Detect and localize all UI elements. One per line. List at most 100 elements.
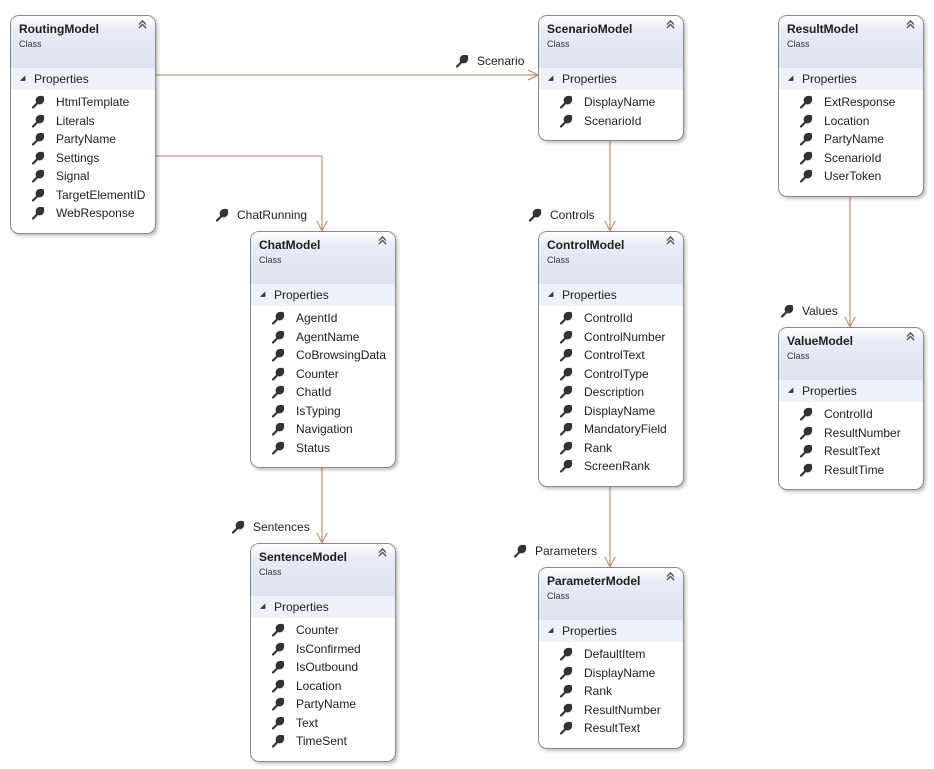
- property-name: ControlNumber: [584, 329, 666, 344]
- properties-section-header[interactable]: ◢ Properties: [539, 68, 683, 90]
- property-item[interactable]: IsConfirmed: [251, 640, 395, 659]
- class-box-parametermodel[interactable]: ParameterModel Class ◢ Properties DefaultIte…: [538, 567, 684, 749]
- class-box-valuemodel[interactable]: ValueModel Class ◢ Properties ControlId Resul…: [778, 327, 924, 490]
- property-item[interactable]: ChatId: [251, 383, 395, 402]
- property-item[interactable]: ResultText: [779, 442, 923, 461]
- property-name: HtmlTemplate: [56, 95, 130, 109]
- class-kind: Class: [787, 39, 810, 49]
- property-item[interactable]: DefaultItem: [539, 645, 683, 664]
- association-parameters[interactable]: [604, 483, 616, 569]
- triangle-expanded-icon[interactable]: ◢: [260, 290, 265, 298]
- triangle-expanded-icon[interactable]: ◢: [788, 74, 793, 82]
- property-item[interactable]: DisplayName: [539, 93, 683, 112]
- double-chevron-up-icon[interactable]: [378, 548, 387, 560]
- class-box-chatmodel[interactable]: ChatModel Class ◢ Properties AgentId AgentNam…: [250, 231, 396, 468]
- property-item[interactable]: PartyName: [251, 695, 395, 714]
- properties-section-header[interactable]: ◢ Properties: [539, 284, 683, 306]
- property-item[interactable]: Navigation: [251, 420, 395, 439]
- property-item[interactable]: ResultText: [539, 719, 683, 738]
- property-item[interactable]: WebResponse: [11, 204, 155, 223]
- properties-section-header[interactable]: ◢ Properties: [779, 380, 923, 402]
- triangle-expanded-icon[interactable]: ◢: [548, 626, 553, 634]
- properties-section-header[interactable]: ◢ Properties: [251, 596, 395, 618]
- property-item[interactable]: ResultNumber: [779, 424, 923, 443]
- property-list: DefaultItem DisplayName Rank ResultNumber Re…: [539, 642, 683, 748]
- property-name: PartyName: [56, 132, 117, 146]
- class-box-scenariomodel[interactable]: ScenarioModel Class ◢ Properties DisplayName…: [538, 15, 684, 141]
- triangle-expanded-icon[interactable]: ◢: [788, 386, 793, 394]
- property-item[interactable]: Location: [251, 677, 395, 696]
- property-item[interactable]: Counter: [251, 621, 395, 640]
- property-item[interactable]: ControlId: [779, 405, 923, 424]
- double-chevron-up-icon[interactable]: [906, 20, 915, 32]
- property-item[interactable]: ControlNumber: [539, 328, 683, 347]
- property-item[interactable]: TimeSent: [251, 732, 395, 751]
- class-header: RoutingModel Class: [11, 16, 155, 68]
- association-controls[interactable]: [604, 138, 616, 233]
- properties-section-header[interactable]: ◢ Properties: [11, 68, 155, 90]
- double-chevron-up-icon[interactable]: [666, 236, 675, 248]
- property-item[interactable]: Description: [539, 383, 683, 402]
- triangle-expanded-icon[interactable]: ◢: [548, 74, 553, 82]
- property-item[interactable]: ControlText: [539, 346, 683, 365]
- properties-section-header[interactable]: ◢ Properties: [539, 620, 683, 642]
- property-item[interactable]: Signal: [11, 167, 155, 186]
- association-sentences[interactable]: [316, 464, 328, 545]
- property-name: DisplayName: [584, 665, 656, 680]
- triangle-expanded-icon[interactable]: ◢: [20, 74, 25, 82]
- triangle-expanded-icon[interactable]: ◢: [260, 602, 265, 610]
- property-item[interactable]: Location: [779, 112, 923, 131]
- property-item[interactable]: Settings: [11, 149, 155, 168]
- association-values[interactable]: [844, 193, 856, 329]
- property-item[interactable]: MandatoryField: [539, 420, 683, 439]
- property-item[interactable]: UserToken: [779, 167, 923, 186]
- class-header: ScenarioModel Class: [539, 16, 683, 68]
- properties-section-header[interactable]: ◢ Properties: [251, 284, 395, 306]
- wrench-icon: [31, 151, 45, 165]
- triangle-expanded-icon[interactable]: ◢: [548, 290, 553, 298]
- property-item[interactable]: AgentId: [251, 309, 395, 328]
- association-name: Sentences: [253, 520, 310, 534]
- double-chevron-up-icon[interactable]: [666, 572, 675, 584]
- property-item[interactable]: ScenarioId: [779, 149, 923, 168]
- property-item[interactable]: PartyName: [11, 130, 155, 149]
- double-chevron-up-icon[interactable]: [666, 20, 675, 32]
- property-item[interactable]: ExtResponse: [779, 93, 923, 112]
- property-item[interactable]: DisplayName: [539, 664, 683, 683]
- double-chevron-up-icon[interactable]: [906, 332, 915, 344]
- property-item[interactable]: ResultNumber: [539, 701, 683, 720]
- double-chevron-up-icon[interactable]: [378, 236, 387, 248]
- property-item[interactable]: Text: [251, 714, 395, 733]
- property-item[interactable]: DisplayName: [539, 402, 683, 421]
- property-item[interactable]: ScreenRank: [539, 457, 683, 476]
- class-box-resultmodel[interactable]: ResultModel Class ◢ Properties ExtResponse Lo…: [778, 15, 924, 197]
- property-item[interactable]: CoBrowsingData: [251, 346, 395, 365]
- double-chevron-up-icon[interactable]: [138, 20, 147, 32]
- property-item[interactable]: Rank: [539, 439, 683, 458]
- class-box-sentencemodel[interactable]: SentenceModel Class ◢ Properties Counter IsCo…: [250, 543, 396, 762]
- association-scenario[interactable]: [154, 69, 540, 81]
- class-box-controlmodel[interactable]: ControlModel Class ◢ Properties ControlId Con…: [538, 231, 684, 487]
- property-name: Text: [296, 715, 319, 730]
- wrench-icon: [559, 684, 573, 698]
- property-item[interactable]: ControlId: [539, 309, 683, 328]
- property-item[interactable]: IsTyping: [251, 402, 395, 421]
- property-item[interactable]: HtmlTemplate: [11, 93, 155, 112]
- property-item[interactable]: Rank: [539, 682, 683, 701]
- property-item[interactable]: IsOutbound: [251, 658, 395, 677]
- property-name: Settings: [56, 150, 100, 165]
- property-item[interactable]: AgentName: [251, 328, 395, 347]
- property-item[interactable]: PartyName: [779, 130, 923, 149]
- property-item[interactable]: Counter: [251, 365, 395, 384]
- class-box-routingmodel[interactable]: RoutingModel Class ◢ Properties HtmlTemplate…: [10, 15, 156, 234]
- property-item[interactable]: Status: [251, 439, 395, 458]
- property-name: UserToken: [824, 169, 882, 183]
- property-item[interactable]: ScenarioId: [539, 112, 683, 131]
- property-item[interactable]: ControlType: [539, 365, 683, 384]
- class-kind: Class: [787, 351, 810, 361]
- property-item[interactable]: TargetElementID: [11, 186, 155, 205]
- wrench-icon: [271, 404, 285, 418]
- property-item[interactable]: Literals: [11, 112, 155, 131]
- property-item[interactable]: ResultTime: [779, 461, 923, 480]
- properties-section-header[interactable]: ◢ Properties: [779, 68, 923, 90]
